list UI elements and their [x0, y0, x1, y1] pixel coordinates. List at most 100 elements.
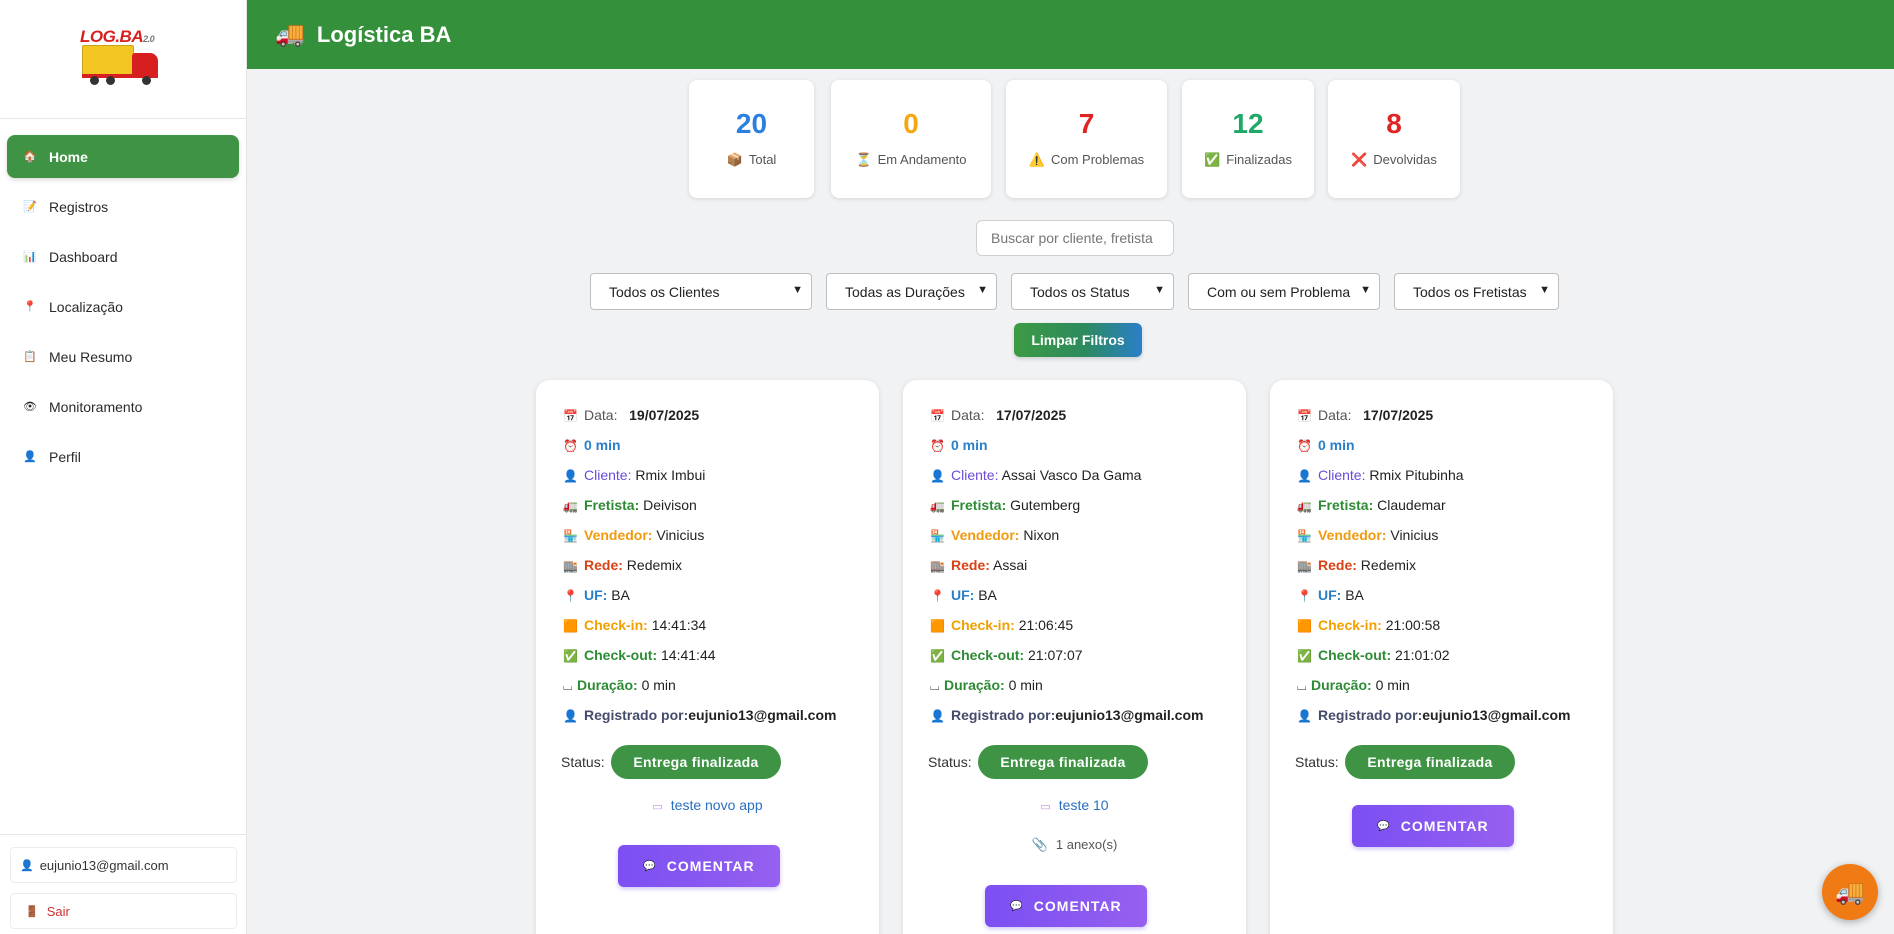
checkin-icon: 🟧	[1297, 619, 1312, 633]
truck-icon: 🚚	[275, 21, 305, 48]
sidebar-item-label: Meu Resumo	[49, 348, 133, 365]
card-uf: BA	[978, 587, 997, 603]
page-title: Logística BA	[316, 21, 452, 47]
calendar-icon: 📅	[563, 409, 578, 423]
card-vendedor: Nixon	[1023, 527, 1060, 543]
truck-icon: 🚛	[930, 499, 945, 513]
fretista-filter-select[interactable]: Todos os Fretistas ▼	[1394, 273, 1559, 310]
card-cliente: Assai Vasco Da Gama	[1001, 467, 1142, 483]
alarm-clock-icon: ⏰	[563, 439, 578, 453]
check-icon: ✅	[1297, 649, 1312, 663]
check-icon: ✅	[1204, 152, 1221, 167]
card-duracao: 0 min	[1375, 677, 1410, 693]
check-icon: ✅	[930, 649, 945, 663]
sidebar-item-localizacao[interactable]: 📍 Localização	[7, 285, 239, 328]
stat-value: 20	[735, 108, 768, 139]
search-input[interactable]	[976, 220, 1174, 256]
comment-item: ▭ teste 10	[1040, 797, 1109, 813]
card-checkout: 21:07:07	[1028, 647, 1083, 663]
checkin-icon: 🟧	[930, 619, 945, 633]
card-registrado-por: eujunio13@gmail.com	[688, 707, 837, 723]
card-fretista: Gutemberg	[1010, 497, 1081, 513]
alarm-clock-icon: ⏰	[1297, 439, 1312, 453]
alarm-clock-icon: ⏰	[930, 439, 945, 453]
pin-icon: 📍	[930, 589, 945, 603]
store-icon: 🏬	[1297, 559, 1312, 573]
chevron-down-icon: ▼	[1154, 284, 1165, 296]
user-icon: 👤	[563, 709, 578, 723]
client-filter-select[interactable]: Todos os Clientes ▼	[590, 273, 812, 310]
sidebar-item-registros[interactable]: 📝 Registros	[7, 185, 239, 228]
stat-card-devolvidas: 8 ❌ Devolvidas	[1328, 80, 1460, 198]
calendar-icon: 📅	[1297, 409, 1312, 423]
store-icon: 🏬	[930, 559, 945, 573]
card-elapsed: 0 min	[951, 437, 988, 453]
store-icon: 🏬	[563, 559, 578, 573]
stat-value: 7	[1078, 108, 1095, 139]
stat-value: 0	[903, 108, 919, 139]
duration-filter-select[interactable]: Todas as Durações ▼	[826, 273, 997, 310]
user-info: 👤 eujunio13@gmail.com	[10, 847, 237, 883]
user-email: eujunio13@gmail.com	[39, 857, 169, 873]
clear-filters-button[interactable]: Limpar Filtros	[1014, 323, 1142, 357]
user-icon: 👤	[930, 469, 945, 483]
user-icon: 👤	[563, 469, 578, 483]
timer-icon: ⌴	[1297, 679, 1307, 693]
delivery-card: 📅 Data: 17/07/2025 ⏰ 0 min 👤 Cliente: Assai…	[903, 380, 1246, 934]
sidebar-item-dashboard[interactable]: 📊 Dashboard	[7, 235, 239, 278]
card-checkin: 14:41:34	[651, 617, 707, 633]
checkin-icon: 🟧	[563, 619, 578, 633]
sidebar-nav: 🏠 Home 📝 Registros 📊 Dashboard 📍 Localiz…	[0, 119, 246, 478]
store-icon: 🏪	[563, 529, 578, 543]
check-icon: ✅	[563, 649, 578, 663]
chevron-down-icon: ▼	[792, 284, 803, 296]
calendar-icon: 📅	[930, 409, 945, 423]
comentar-button[interactable]: 💬 COMENTAR	[618, 845, 780, 887]
user-icon: 👤	[1297, 469, 1312, 483]
timer-icon: ⌴	[563, 679, 573, 693]
eye-icon: 👁	[23, 401, 37, 413]
problem-filter-select[interactable]: Com ou sem Problema ▼	[1188, 273, 1380, 310]
status-badge: Entrega finalizada	[978, 745, 1148, 779]
paperclip-icon: 📎	[1031, 837, 1048, 852]
door-icon: 🚪	[25, 905, 39, 918]
sidebar-item-monitoramento[interactable]: 👁 Monitoramento	[7, 385, 239, 428]
speech-bubble-icon: 💬	[1377, 820, 1391, 832]
timer-icon: ⌴	[930, 679, 940, 693]
chevron-down-icon: ▼	[1360, 284, 1371, 296]
comment-item: ▭ teste novo app	[652, 797, 763, 813]
speech-bubble-icon: ▭	[652, 801, 663, 813]
stat-card-com-problemas: 7 ⚠️ Com Problemas	[1006, 80, 1167, 198]
logo[interactable]: LOG.BA2.0	[80, 27, 166, 85]
stat-label: Em Andamento	[877, 152, 967, 167]
sidebar-item-label: Dashboard	[49, 248, 118, 265]
card-vendedor: Vinicius	[1390, 527, 1439, 543]
delivery-card: 📅 Data: 17/07/2025 ⏰ 0 min 👤 Cliente: Rmix …	[1270, 380, 1613, 934]
logout-button[interactable]: 🚪 Sair	[10, 893, 237, 929]
card-elapsed: 0 min	[1318, 437, 1355, 453]
store-icon: 🏪	[930, 529, 945, 543]
logo-text: LOG.BA2.0	[80, 27, 155, 46]
card-date: 17/07/2025	[1363, 407, 1434, 423]
status-filter-select[interactable]: Todos os Status ▼	[1011, 273, 1174, 310]
bar-chart-icon: 📊	[23, 251, 37, 263]
card-date: 19/07/2025	[629, 407, 700, 423]
pin-icon: 📍	[1297, 589, 1312, 603]
card-uf: BA	[611, 587, 630, 603]
sidebar-item-home[interactable]: 🏠 Home	[7, 135, 239, 178]
user-icon: 👤	[23, 451, 37, 463]
sidebar-item-perfil[interactable]: 👤 Perfil	[7, 435, 239, 478]
speech-bubble-icon: 💬	[1010, 900, 1024, 912]
attachment-count[interactable]: 📎 1 anexo(s)	[903, 837, 1246, 853]
comentar-button[interactable]: 💬 COMENTAR	[985, 885, 1147, 927]
comentar-button[interactable]: 💬 COMENTAR	[1352, 805, 1514, 847]
user-icon: 👤	[930, 709, 945, 723]
sidebar-item-meu-resumo[interactable]: 📋 Meu Resumo	[7, 335, 239, 378]
sidebar-item-label: Localização	[49, 298, 123, 315]
card-checkin: 21:06:45	[1018, 617, 1074, 633]
card-duracao: 0 min	[641, 677, 676, 693]
delivery-card: 📅 Data: 19/07/2025 ⏰ 0 min 👤 Cliente: Rmix …	[536, 380, 879, 934]
stat-value: 8	[1386, 108, 1402, 139]
sidebar-item-label: Registros	[49, 198, 109, 215]
floating-truck-button[interactable]: 🚚	[1822, 864, 1878, 920]
